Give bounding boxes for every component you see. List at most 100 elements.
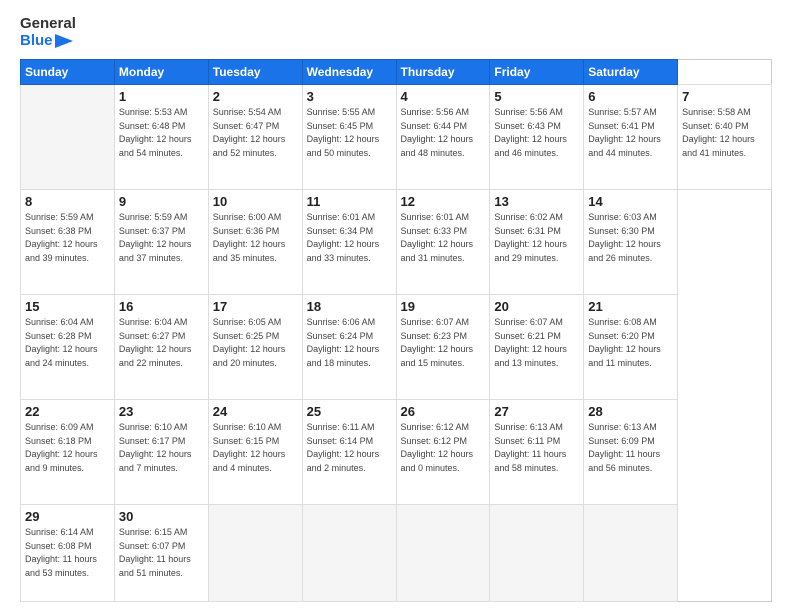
day-info: Sunrise: 6:01 AMSunset: 6:34 PMDaylight:… [307, 212, 380, 263]
day-number: 3 [307, 89, 392, 104]
day-number: 24 [213, 404, 298, 419]
day-header-thursday: Thursday [396, 60, 490, 85]
calendar-cell: 20 Sunrise: 6:07 AMSunset: 6:21 PMDayligh… [490, 295, 584, 400]
calendar-cell: 19 Sunrise: 6:07 AMSunset: 6:23 PMDayligh… [396, 295, 490, 400]
day-number: 18 [307, 299, 392, 314]
day-number: 12 [401, 194, 486, 209]
logo-general: General [20, 16, 76, 33]
day-info: Sunrise: 6:09 AMSunset: 6:18 PMDaylight:… [25, 422, 98, 473]
calendar-cell: 1Sunrise: 5:53 AMSunset: 6:48 PMDaylight… [114, 85, 208, 190]
calendar-cell: 4 Sunrise: 5:56 AMSunset: 6:44 PMDaylight… [396, 85, 490, 190]
day-number: 16 [119, 299, 204, 314]
day-number: 5 [494, 89, 579, 104]
day-info: Sunrise: 6:07 AMSunset: 6:21 PMDaylight:… [494, 317, 567, 368]
day-info: Sunrise: 6:01 AMSunset: 6:33 PMDaylight:… [401, 212, 474, 263]
calendar-cell [584, 505, 678, 602]
day-number: 28 [588, 404, 673, 419]
logo-graphic: General Blue [20, 16, 76, 49]
day-info: Sunrise: 5:59 AMSunset: 6:38 PMDaylight:… [25, 212, 98, 263]
calendar-cell: 8 Sunrise: 5:59 AMSunset: 6:38 PMDaylight… [21, 190, 115, 295]
day-info: Sunrise: 5:57 AMSunset: 6:41 PMDaylight:… [588, 107, 661, 158]
day-number: 29 [25, 509, 110, 524]
day-number: 19 [401, 299, 486, 314]
calendar-cell: 7 Sunrise: 5:58 AMSunset: 6:40 PMDaylight… [678, 85, 772, 190]
day-info: Sunrise: 6:12 AMSunset: 6:12 PMDaylight:… [401, 422, 474, 473]
day-number: 14 [588, 194, 673, 209]
day-number: 22 [25, 404, 110, 419]
calendar-cell [396, 505, 490, 602]
day-number: 30 [119, 509, 204, 524]
calendar-week-3: 15Sunrise: 6:04 AMSunset: 6:28 PMDayligh… [21, 295, 772, 400]
day-number: 20 [494, 299, 579, 314]
day-number: 8 [25, 194, 110, 209]
calendar-cell: 27 Sunrise: 6:13 AMSunset: 6:11 PMDayligh… [490, 400, 584, 505]
calendar-cell: 28 Sunrise: 6:13 AMSunset: 6:09 PMDayligh… [584, 400, 678, 505]
calendar-cell: 17 Sunrise: 6:05 AMSunset: 6:25 PMDayligh… [208, 295, 302, 400]
day-number: 2 [213, 89, 298, 104]
day-info: Sunrise: 6:11 AMSunset: 6:14 PMDaylight:… [307, 422, 380, 473]
calendar-cell: 3Sunrise: 5:55 AMSunset: 6:45 PMDaylight… [302, 85, 396, 190]
header: General Blue [20, 16, 772, 49]
day-number: 9 [119, 194, 204, 209]
day-info: Sunrise: 6:08 AMSunset: 6:20 PMDaylight:… [588, 317, 661, 368]
day-info: Sunrise: 6:10 AMSunset: 6:15 PMDaylight:… [213, 422, 286, 473]
calendar-cell: 21 Sunrise: 6:08 AMSunset: 6:20 PMDayligh… [584, 295, 678, 400]
calendar-cell: 15Sunrise: 6:04 AMSunset: 6:28 PMDayligh… [21, 295, 115, 400]
day-header-friday: Friday [490, 60, 584, 85]
calendar-week-2: 8 Sunrise: 5:59 AMSunset: 6:38 PMDaylight… [21, 190, 772, 295]
day-number: 10 [213, 194, 298, 209]
day-info: Sunrise: 6:02 AMSunset: 6:31 PMDaylight:… [494, 212, 567, 263]
calendar-cell [21, 85, 115, 190]
day-info: Sunrise: 5:58 AMSunset: 6:40 PMDaylight:… [682, 107, 755, 158]
day-info: Sunrise: 6:10 AMSunset: 6:17 PMDaylight:… [119, 422, 192, 473]
day-header-monday: Monday [114, 60, 208, 85]
day-info: Sunrise: 6:04 AMSunset: 6:28 PMDaylight:… [25, 317, 98, 368]
calendar-cell: 9Sunrise: 5:59 AMSunset: 6:37 PMDaylight… [114, 190, 208, 295]
calendar-cell [208, 505, 302, 602]
day-info: Sunrise: 6:14 AMSunset: 6:08 PMDaylight:… [25, 527, 97, 578]
logo-arrow-icon [55, 34, 73, 48]
day-info: Sunrise: 6:06 AMSunset: 6:24 PMDaylight:… [307, 317, 380, 368]
day-info: Sunrise: 6:13 AMSunset: 6:09 PMDaylight:… [588, 422, 660, 473]
day-info: Sunrise: 5:54 AMSunset: 6:47 PMDaylight:… [213, 107, 286, 158]
calendar-week-4: 22 Sunrise: 6:09 AMSunset: 6:18 PMDayligh… [21, 400, 772, 505]
day-number: 4 [401, 89, 486, 104]
calendar-week-1: 1Sunrise: 5:53 AMSunset: 6:48 PMDaylight… [21, 85, 772, 190]
day-header-sunday: Sunday [21, 60, 115, 85]
calendar-cell: 11 Sunrise: 6:01 AMSunset: 6:34 PMDayligh… [302, 190, 396, 295]
calendar-cell: 26 Sunrise: 6:12 AMSunset: 6:12 PMDayligh… [396, 400, 490, 505]
day-info: Sunrise: 5:56 AMSunset: 6:44 PMDaylight:… [401, 107, 474, 158]
calendar-cell [490, 505, 584, 602]
day-info: Sunrise: 6:13 AMSunset: 6:11 PMDaylight:… [494, 422, 566, 473]
calendar-week-5: 29 Sunrise: 6:14 AMSunset: 6:08 PMDayligh… [21, 505, 772, 602]
calendar-table: SundayMondayTuesdayWednesdayThursdayFrid… [20, 59, 772, 602]
calendar-cell: 23 Sunrise: 6:10 AMSunset: 6:17 PMDayligh… [114, 400, 208, 505]
day-number: 11 [307, 194, 392, 209]
calendar-cell: 10Sunrise: 6:00 AMSunset: 6:36 PMDayligh… [208, 190, 302, 295]
day-number: 25 [307, 404, 392, 419]
day-info: Sunrise: 6:15 AMSunset: 6:07 PMDaylight:… [119, 527, 191, 578]
day-number: 23 [119, 404, 204, 419]
day-info: Sunrise: 6:04 AMSunset: 6:27 PMDaylight:… [119, 317, 192, 368]
day-number: 21 [588, 299, 673, 314]
calendar-cell: 16 Sunrise: 6:04 AMSunset: 6:27 PMDayligh… [114, 295, 208, 400]
day-number: 17 [213, 299, 298, 314]
day-info: Sunrise: 6:05 AMSunset: 6:25 PMDaylight:… [213, 317, 286, 368]
day-number: 1 [119, 89, 204, 104]
day-number: 6 [588, 89, 673, 104]
day-number: 7 [682, 89, 767, 104]
calendar-cell: 12 Sunrise: 6:01 AMSunset: 6:33 PMDayligh… [396, 190, 490, 295]
day-header-saturday: Saturday [584, 60, 678, 85]
day-number: 26 [401, 404, 486, 419]
day-number: 13 [494, 194, 579, 209]
calendar-cell: 2 Sunrise: 5:54 AMSunset: 6:47 PMDaylight… [208, 85, 302, 190]
day-info: Sunrise: 5:56 AMSunset: 6:43 PMDaylight:… [494, 107, 567, 158]
day-info: Sunrise: 6:03 AMSunset: 6:30 PMDaylight:… [588, 212, 661, 263]
day-number: 27 [494, 404, 579, 419]
day-info: Sunrise: 6:07 AMSunset: 6:23 PMDaylight:… [401, 317, 474, 368]
logo: General Blue [20, 16, 76, 49]
page: General Blue SundayMondayTuesdayWednesda… [0, 0, 792, 612]
calendar-cell: 29 Sunrise: 6:14 AMSunset: 6:08 PMDayligh… [21, 505, 115, 602]
calendar-cell: 18 Sunrise: 6:06 AMSunset: 6:24 PMDayligh… [302, 295, 396, 400]
day-header-wednesday: Wednesday [302, 60, 396, 85]
